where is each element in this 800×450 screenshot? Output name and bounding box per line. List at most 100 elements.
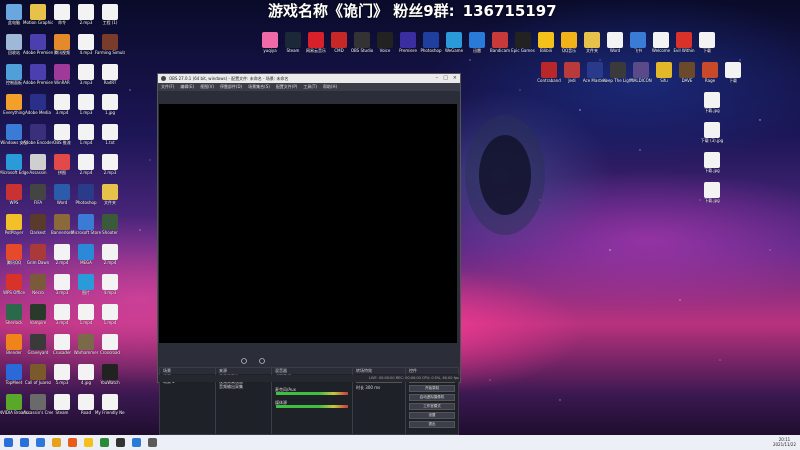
taskbar-app-icon[interactable] — [100, 438, 109, 447]
app-icon — [584, 32, 600, 48]
desktop-icon[interactable]: Crossroad — [98, 334, 122, 355]
menu-item[interactable]: 文件(F) — [161, 84, 174, 89]
banner-game-text: 游戏名称《诡门》 粉丝9群: — [268, 2, 455, 20]
taskbar-app-icon[interactable] — [36, 438, 45, 447]
desktop-icon-label: 下载 — [729, 78, 737, 83]
app-icon — [102, 244, 118, 260]
app-icon — [30, 94, 46, 110]
app-icon — [30, 124, 46, 140]
stream-banner: 游戏名称《诡门》 粉丝9群: 136715197 — [268, 0, 557, 21]
app-icon — [400, 32, 416, 48]
obs-menubar: 文件(F) 编辑(E) 视图(V) 停靠部件(D) 场景集合(S) 配置文件(P) 工具(T… — [158, 83, 460, 91]
desktop-icon[interactable]: 下载.jpg — [700, 152, 724, 173]
desktop-icon[interactable]: Shooter — [98, 214, 122, 235]
menu-item[interactable]: 停靠部件(D) — [220, 84, 242, 89]
desktop-icon[interactable]: 下载 — [695, 32, 719, 53]
taskbar-app-icon[interactable] — [132, 438, 141, 447]
desktop-icon-label: Crossroad — [100, 350, 120, 355]
desktop-icon[interactable]: 工程 (1) — [98, 4, 122, 25]
app-icon — [423, 32, 439, 48]
app-icon — [30, 334, 46, 350]
desktop-icon[interactable]: 4.mp3 — [98, 274, 122, 295]
desktop-icon[interactable]: Farming Simulator — [95, 34, 125, 55]
obs-window[interactable]: OBS 27.0.1 (64 bit, windows) - 配置文件: 未命名… — [157, 73, 461, 435]
desktop-icon-label: YouWatch — [100, 380, 120, 385]
desktop-icon[interactable]: YouWatch — [98, 364, 122, 385]
app-icon — [587, 62, 603, 78]
app-icon — [78, 94, 94, 110]
app-icon — [102, 4, 118, 20]
taskbar-app-icon[interactable] — [116, 438, 125, 447]
app-icon — [78, 34, 94, 50]
banner-number: 136715197 — [462, 2, 557, 20]
close-icon[interactable]: × — [453, 74, 457, 83]
menu-item[interactable]: 帮助(H) — [323, 84, 337, 89]
taskbar-app-icon[interactable] — [20, 438, 29, 447]
desktop-icon[interactable]: 2.mp3 — [98, 154, 122, 175]
taskbar-app-icon[interactable] — [52, 438, 61, 447]
app-icon — [308, 32, 324, 48]
desktop-icon[interactable]: 文件夹 — [98, 184, 122, 205]
app-icon — [54, 124, 70, 140]
app-icon — [54, 394, 70, 410]
app-icon — [6, 94, 22, 110]
app-icon — [30, 64, 46, 80]
desktop-icon[interactable]: RadRT — [98, 64, 122, 85]
desktop-icon[interactable]: My Friendly Neighbor — [95, 394, 125, 415]
obs-titlebar[interactable]: OBS 27.0.1 (64 bit, windows) - 配置文件: 未命名… — [158, 74, 460, 83]
app-icon — [78, 274, 94, 290]
app-icon — [704, 182, 720, 198]
app-icon — [6, 124, 22, 140]
desktop-icon[interactable]: 1.txt — [98, 124, 122, 145]
app-icon — [54, 274, 70, 290]
desktop-icon[interactable]: 下载.jpg — [700, 92, 724, 113]
desktop-icon[interactable]: 下载.jpg — [700, 182, 724, 203]
menu-item[interactable]: 编辑(E) — [180, 84, 194, 89]
taskbar-app-icon[interactable] — [4, 438, 13, 447]
desktop-icon-label: 2.mp3 — [103, 170, 117, 175]
desktop-icon[interactable]: 下载 (3).jpg — [700, 122, 724, 143]
obs-preview[interactable] — [159, 104, 457, 343]
app-icon — [30, 304, 46, 320]
menu-item[interactable]: 配置文件(P) — [276, 84, 298, 89]
minimize-icon[interactable]: – — [436, 74, 439, 83]
app-icon — [561, 32, 577, 48]
maximize-icon[interactable]: □ — [443, 74, 448, 83]
desktop-icon[interactable]: 下载 — [721, 62, 745, 83]
desktop-icon[interactable]: 1.mp4 — [98, 304, 122, 325]
app-icon — [704, 152, 720, 168]
stream-icon[interactable] — [259, 358, 265, 364]
exit-button[interactable]: 退出 — [409, 421, 455, 428]
app-icon — [54, 364, 70, 380]
record-icon[interactable] — [241, 358, 247, 364]
app-icon — [6, 334, 22, 350]
settings-button[interactable]: 设置 — [409, 412, 455, 419]
start-recording-button[interactable]: 开始录制 — [409, 385, 455, 392]
desktop-icon-label: 下载 (3).jpg — [700, 138, 724, 143]
taskbar-app-icon[interactable] — [68, 438, 77, 447]
app-icon — [54, 334, 70, 350]
menu-item[interactable]: 工具(T) — [303, 84, 317, 89]
clock-date: 2021/11/22 — [772, 442, 796, 447]
app-icon — [541, 62, 557, 78]
system-clock[interactable]: 20:11 2021/11/22 — [773, 437, 796, 447]
mixer-meter — [276, 405, 348, 408]
app-icon — [725, 62, 741, 78]
desktop-icon-label: Farming Simulator — [95, 50, 125, 55]
studio-mode-button[interactable]: 工作室模式 — [409, 403, 455, 410]
app-icon — [679, 62, 695, 78]
app-icon — [102, 64, 118, 80]
source-item[interactable]: 音频输出采集 — [216, 384, 271, 389]
desktop-icon[interactable]: 1.jpg — [98, 94, 122, 115]
app-icon — [633, 62, 649, 78]
virtual-camera-button[interactable]: 启动虚拟摄像机 — [409, 394, 455, 401]
app-icon — [78, 124, 94, 140]
app-icon — [54, 244, 70, 260]
taskbar-app-icon[interactable] — [84, 438, 93, 447]
menu-item[interactable]: 视图(V) — [200, 84, 214, 89]
menu-item[interactable]: 场景集合(S) — [248, 84, 270, 89]
desktop-icon-label: RadRT — [103, 80, 117, 85]
desktop-icon[interactable]: 2.mp4 — [98, 244, 122, 265]
taskbar-app-icon[interactable] — [148, 438, 157, 447]
app-icon — [54, 154, 70, 170]
